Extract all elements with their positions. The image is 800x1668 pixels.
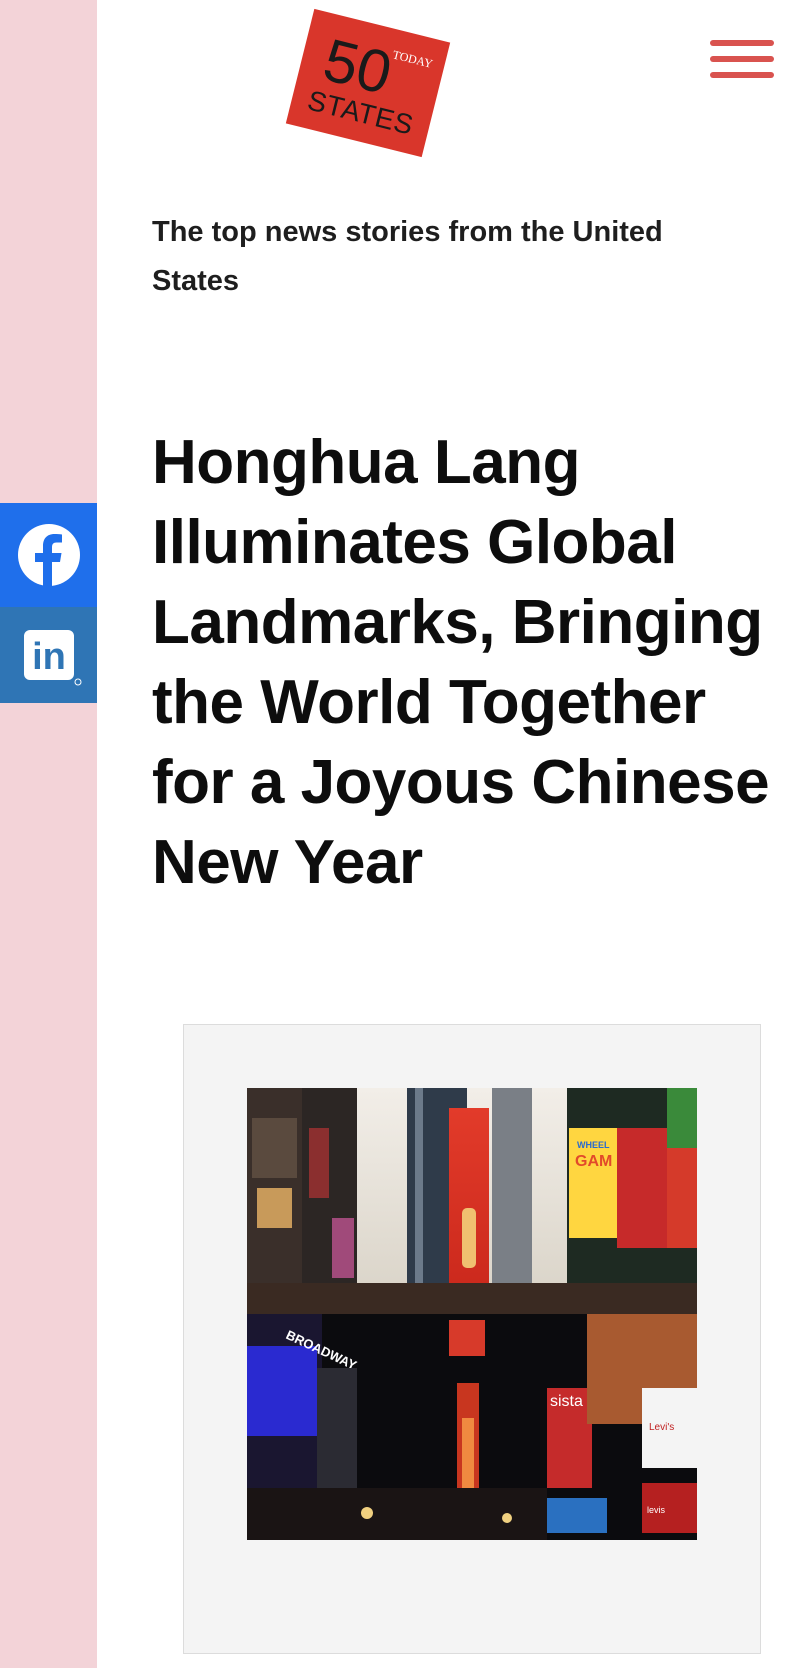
facebook-share-button[interactable] (0, 503, 97, 607)
hamburger-menu-button[interactable] (710, 40, 774, 84)
menu-bar-icon (710, 56, 774, 62)
linkedin-label: in (32, 636, 66, 678)
menu-bar-icon (710, 72, 774, 78)
menu-bar-icon (710, 40, 774, 46)
left-rail (0, 0, 97, 1668)
sign-levis: Levi's (649, 1422, 674, 1433)
site-logo[interactable]: TODAY 50 STATES (285, 8, 451, 158)
article-image[interactable]: WHEEL GAM BROADWAY sista Levi's levis (247, 1088, 697, 1540)
logo-tag: TODAY (391, 47, 435, 71)
times-square-photo: WHEEL GAM BROADWAY sista Levi's levis (247, 1088, 697, 1540)
linkedin-icon: in (23, 630, 81, 686)
linkedin-share-button[interactable]: in (0, 607, 97, 703)
site-tagline: The top news stories from the United Sta… (152, 216, 663, 297)
sign-game: GAM (575, 1153, 612, 1170)
facebook-icon (17, 524, 80, 586)
article-image-frame: WHEEL GAM BROADWAY sista Levi's levis (183, 1024, 761, 1654)
sign-levis-lower: levis (647, 1505, 666, 1515)
article-headline: Honghua Lang Illuminates Global Landmark… (152, 428, 770, 897)
sign-wheel: WHEEL (577, 1140, 610, 1150)
sign-sista: sista (550, 1393, 583, 1410)
